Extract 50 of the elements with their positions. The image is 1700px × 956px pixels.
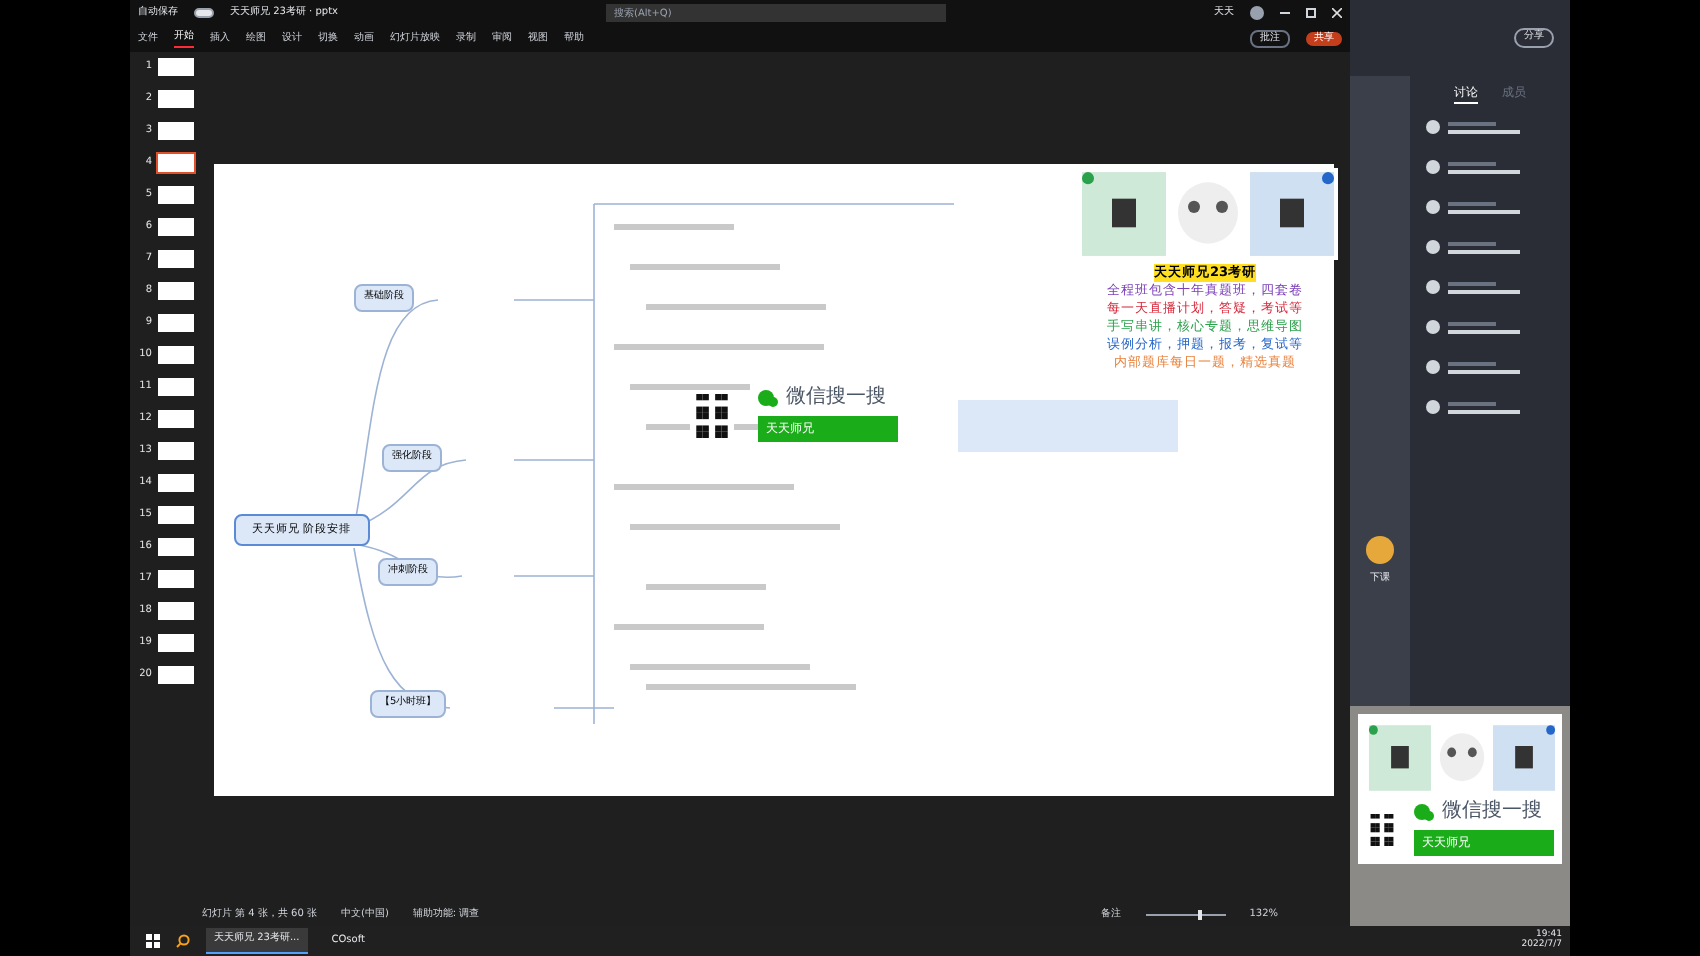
slide-thumbnail[interactable] [156,408,196,430]
slide-thumbnail[interactable] [156,248,196,270]
slide-thumbnail[interactable] [156,216,196,238]
slide-thumbnail[interactable] [156,440,196,462]
slide-thumbnail[interactable] [156,280,196,302]
slide-thumbnail[interactable] [156,120,196,142]
autosave-toggle[interactable] [194,8,214,18]
windows-icon[interactable] [146,934,160,948]
maximize-icon[interactable] [1306,8,1316,18]
message-preview [1448,321,1520,333]
slide-thumbnail[interactable] [156,504,196,526]
message-preview [1448,401,1520,413]
slide-thumbnail[interactable] [156,312,196,334]
slide-thumbnail[interactable] [156,568,196,590]
slide-thumbnail[interactable] [156,536,196,558]
avatar-icon [1426,120,1440,134]
slide-thumbnail[interactable] [156,184,196,206]
avatar-icon [1426,360,1440,374]
slide-thumbnail[interactable] [156,56,196,78]
qr-code-icon [1366,809,1398,849]
avatar-icon [1426,240,1440,254]
slide-thumbnail[interactable] [156,664,196,686]
slide-thumbnail[interactable] [156,472,196,494]
slide-thumbnail[interactable] [156,376,196,398]
close-icon[interactable] [1332,8,1342,18]
message-preview [1448,161,1520,173]
slide-thumbnail[interactable] [156,600,196,622]
avatar-icon [1426,200,1440,214]
search-title: 微信搜一搜 [1442,802,1542,822]
search-title: 微信搜一搜 [786,388,886,408]
message-preview [1448,281,1520,293]
zoom-slider-thumb[interactable] [1198,910,1203,920]
chat-bubble-icon [758,389,778,407]
chat-bubble-icon [1414,803,1434,821]
message-preview [1448,201,1520,213]
avatar-icon [1426,280,1440,294]
avatar-icon [1426,160,1440,174]
message-preview [1448,241,1520,253]
presenter-avatar-icon [1366,535,1394,563]
slide-thumbnail[interactable] [156,632,196,654]
avatar-icon [1426,400,1440,414]
slide-thumbnail[interactable] [156,152,196,174]
message-preview [1448,121,1520,133]
avatar-icon [1426,320,1440,334]
search-icon[interactable] [176,934,190,948]
message-preview [1448,361,1520,373]
qr-code-icon [690,393,734,437]
user-avatar-icon[interactable] [1250,6,1264,20]
slide-thumbnail[interactable] [156,344,196,366]
slide-thumbnail[interactable] [156,88,196,110]
